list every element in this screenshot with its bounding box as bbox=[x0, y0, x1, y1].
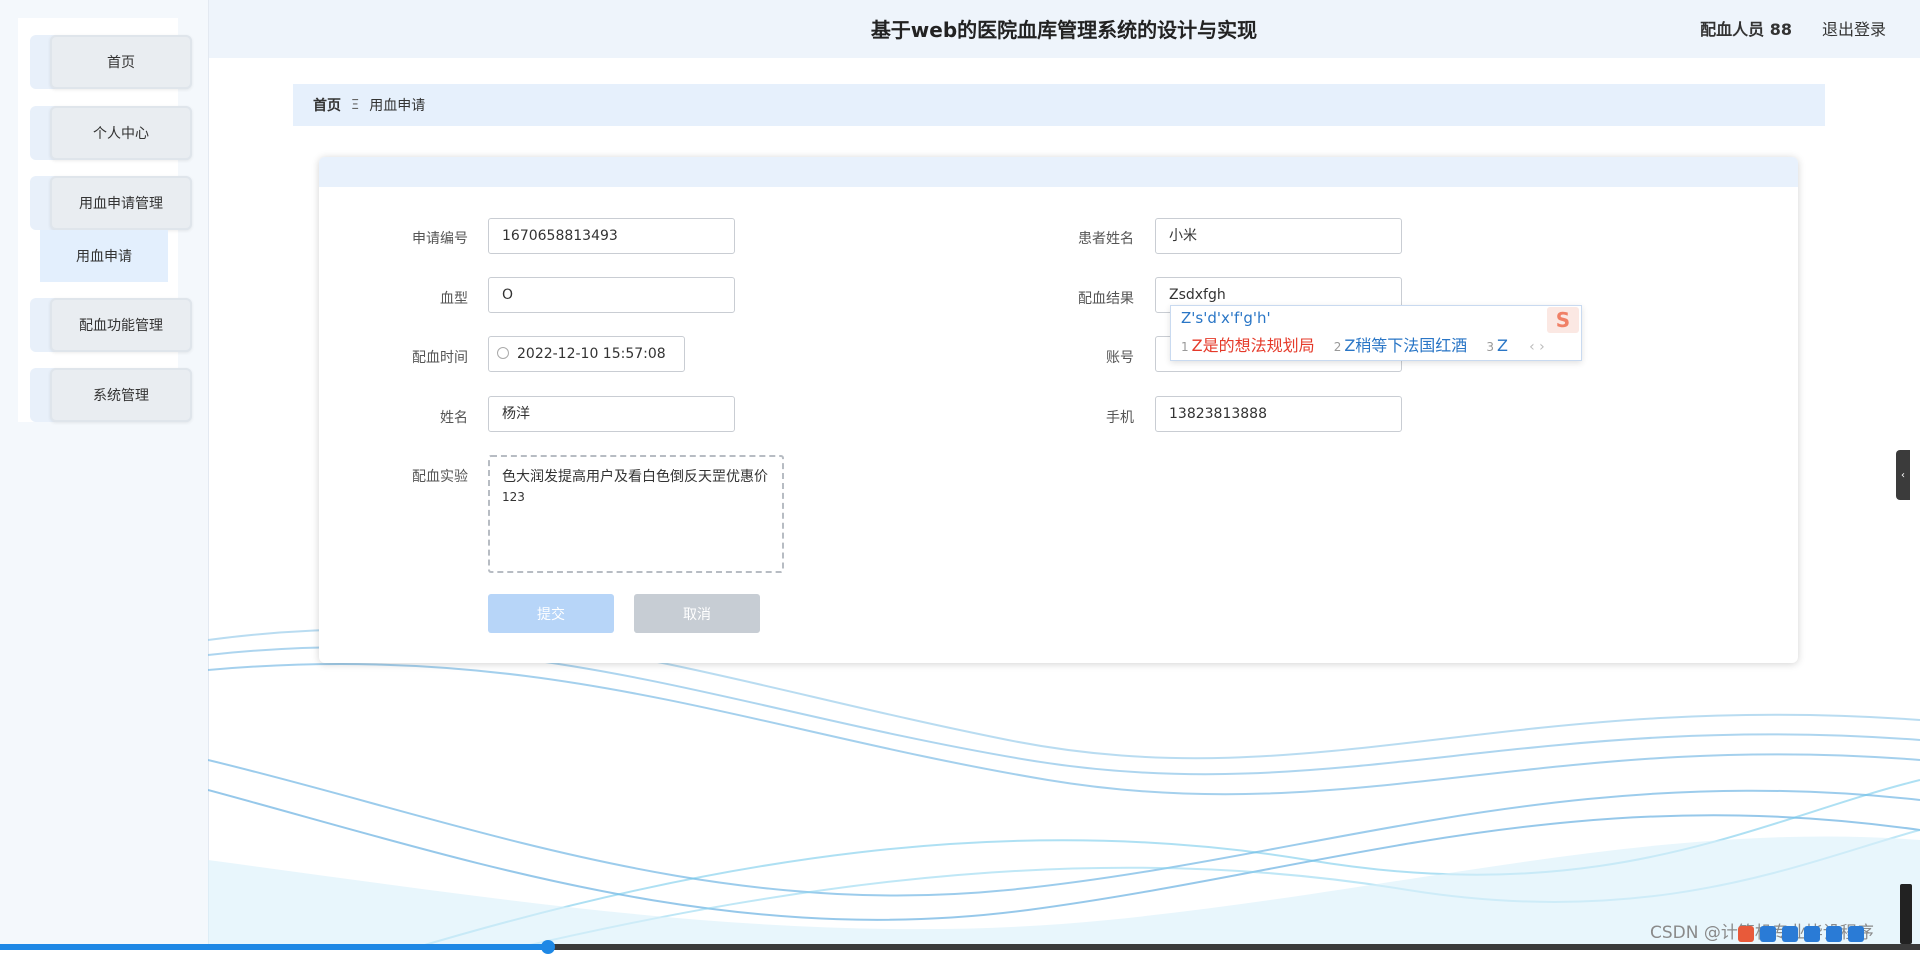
sidebar-subitem-blood-request[interactable]: 用血申请 bbox=[40, 230, 168, 282]
experiment-text-line: 色大润发提高用户及看白色倒反天罡优惠价 bbox=[502, 469, 768, 485]
ime-candidate-number: 1 bbox=[1181, 340, 1189, 354]
name-label: 姓名 bbox=[440, 410, 468, 426]
ime-candidate[interactable]: Z是的想法规划局 bbox=[1192, 336, 1315, 355]
ime-candidate-popup: Z's'd'x'f'g'h' 1 Z是的想法规划局 2 Z稍等下法国红酒 3Z ‹ … bbox=[1170, 305, 1582, 361]
account-label: 账号 bbox=[1106, 350, 1134, 366]
name-input[interactable]: 杨洋 bbox=[488, 396, 735, 432]
experiment-textarea[interactable]: 色大润发提高用户及看白色倒反天罡优惠价 123 bbox=[488, 455, 784, 573]
sidebar-item-personal-center[interactable]: 个人中心 bbox=[30, 106, 192, 160]
blood-request-form-card: 申请编号 1670658813493 患者姓名 小米 血型 O 配血结果 Zsd… bbox=[319, 157, 1798, 663]
ime-candidate[interactable]: Z bbox=[1497, 336, 1508, 355]
sidebar-item-home[interactable]: 首页 bbox=[30, 35, 192, 89]
ime-logo-icon: S bbox=[1547, 307, 1579, 333]
video-progress-fill bbox=[0, 944, 548, 950]
tray-icon bbox=[1782, 926, 1798, 942]
blood-type-label: 血型 bbox=[440, 291, 468, 307]
tray-icon bbox=[1738, 926, 1754, 942]
submit-button[interactable]: 提交 bbox=[488, 594, 614, 633]
sidebar-item-label[interactable]: 系统管理 bbox=[50, 368, 192, 422]
sidebar-item-label[interactable]: 首页 bbox=[50, 35, 192, 89]
match-time-picker[interactable]: 2022-12-10 15:57:08 bbox=[488, 336, 685, 372]
ime-page-arrows-icon[interactable]: ‹ › bbox=[1529, 339, 1545, 355]
phone-input[interactable]: 13823813888 bbox=[1155, 396, 1402, 432]
match-time-value: 2022-12-10 15:57:08 bbox=[517, 346, 666, 362]
phone-label: 手机 bbox=[1106, 410, 1134, 426]
clock-icon bbox=[497, 347, 509, 359]
tray-icon bbox=[1826, 926, 1842, 942]
patient-name-label: 患者姓名 bbox=[1078, 231, 1134, 247]
breadcrumb-current: 用血申请 bbox=[369, 98, 426, 114]
card-header bbox=[319, 157, 1798, 187]
sidebar-item-label[interactable]: 用血申请管理 bbox=[50, 176, 192, 230]
system-tray bbox=[1738, 926, 1864, 942]
sidebar-item-system-management[interactable]: 系统管理 bbox=[30, 368, 192, 422]
video-progress-handle[interactable] bbox=[541, 940, 555, 954]
page-title: 基于web的医院血库管理系统的设计与实现 bbox=[870, 18, 1258, 42]
blood-type-input[interactable]: O bbox=[488, 277, 735, 313]
breadcrumb-separator-icon: Ξ bbox=[351, 97, 360, 113]
ime-candidates: 1 Z是的想法规划局 2 Z稍等下法国红酒 3Z ‹ › bbox=[1181, 332, 1545, 356]
scrollbar-thumb[interactable] bbox=[1900, 884, 1912, 944]
ime-candidate[interactable]: Z稍等下法国红酒 bbox=[1344, 336, 1467, 355]
sidebar-item-blood-request-management[interactable]: 用血申请管理 bbox=[30, 176, 192, 230]
application-no-label: 申请编号 bbox=[412, 231, 468, 247]
breadcrumb-home[interactable]: 首页 bbox=[313, 95, 341, 115]
patient-name-input[interactable]: 小米 bbox=[1155, 218, 1402, 254]
application-no-input[interactable]: 1670658813493 bbox=[488, 218, 735, 254]
tray-icon bbox=[1760, 926, 1776, 942]
sidebar-item-label[interactable]: 配血功能管理 bbox=[50, 298, 192, 352]
sidebar-item-matching-management[interactable]: 配血功能管理 bbox=[30, 298, 192, 352]
ime-candidate-number: 2 bbox=[1333, 340, 1342, 354]
sidebar: 首页 个人中心 用血申请管理 用血申请 配血功能管理 系统管理 bbox=[0, 0, 209, 950]
ime-pinyin: Z's'd'x'f'g'h' bbox=[1181, 309, 1271, 327]
tray-icon bbox=[1804, 926, 1820, 942]
top-header: 基于web的医院血库管理系统的设计与实现 配血人员 88 退出登录 bbox=[208, 0, 1920, 58]
match-time-label: 配血时间 bbox=[412, 350, 468, 366]
experiment-text-line: 123 bbox=[502, 490, 525, 504]
cancel-button[interactable]: 取消 bbox=[634, 594, 760, 633]
chevron-left-icon[interactable]: ‹ bbox=[1896, 450, 1910, 500]
tray-icon bbox=[1848, 926, 1864, 942]
logout-link[interactable]: 退出登录 bbox=[1822, 0, 1886, 60]
current-user: 配血人员 88 bbox=[1700, 20, 1792, 39]
experiment-label: 配血实验 bbox=[412, 469, 468, 485]
breadcrumb: 首页 Ξ 用血申请 bbox=[293, 84, 1825, 126]
match-result-label: 配血结果 bbox=[1078, 291, 1134, 307]
sidebar-item-label[interactable]: 个人中心 bbox=[50, 106, 192, 160]
ime-candidate-number: 3 bbox=[1486, 340, 1495, 354]
